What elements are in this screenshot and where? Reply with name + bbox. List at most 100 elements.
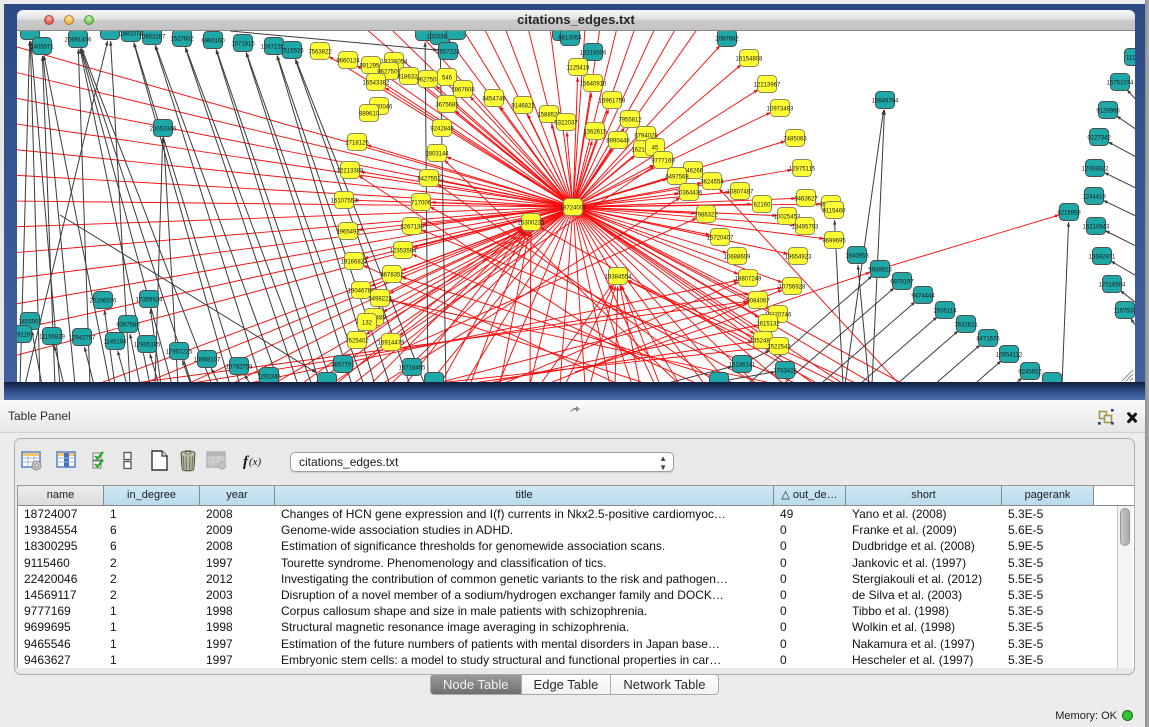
svg-text:9146821: 9146821 (511, 103, 535, 109)
svg-text:10973493: 10973493 (767, 106, 794, 112)
svg-text:2522542: 2522542 (767, 344, 791, 350)
svg-text:9242848: 9242848 (430, 126, 454, 132)
svg-text:17359924: 17359924 (136, 297, 163, 303)
svg-text:3624554: 3624554 (700, 179, 724, 185)
svg-text:45: 45 (652, 145, 659, 151)
svg-text:12905185: 12905185 (134, 342, 161, 348)
svg-text:39119: 39119 (17, 332, 31, 338)
svg-text:2867608: 2867608 (451, 87, 475, 93)
svg-text:17016504: 17016504 (1099, 282, 1126, 288)
svg-text:9084067: 9084067 (746, 298, 770, 304)
svg-text:10756928: 10756928 (779, 284, 806, 290)
svg-text:3675685: 3675685 (435, 102, 459, 108)
svg-text:25300235: 25300235 (518, 220, 545, 226)
svg-text:717006: 717006 (411, 200, 432, 206)
svg-text:15720407: 15720407 (707, 235, 734, 241)
svg-text:1167533: 1167533 (1114, 308, 1135, 314)
svg-text:8990448: 8990448 (606, 138, 630, 144)
svg-text:1965493: 1965493 (336, 229, 360, 235)
svg-text:5322037: 5322037 (554, 120, 578, 126)
svg-text:1733426: 1733426 (773, 368, 797, 374)
svg-text:15692971: 15692971 (1089, 254, 1116, 260)
svg-text:9627508: 9627508 (416, 77, 440, 83)
svg-text:9474444: 9474444 (911, 293, 935, 299)
svg-text:13495793: 13495793 (792, 224, 819, 230)
svg-text:7515526: 7515526 (280, 48, 304, 54)
svg-text:8678352: 8678352 (380, 272, 404, 278)
svg-text:20364436: 20364436 (676, 190, 703, 196)
svg-text:1125419: 1125419 (567, 65, 591, 71)
svg-text:19218506: 19218506 (580, 50, 607, 56)
svg-text:1640953: 1640953 (845, 253, 869, 259)
svg-text:7625402: 7625402 (345, 338, 369, 344)
svg-text:19166823: 19166823 (341, 259, 368, 265)
svg-text:20691406: 20691406 (65, 37, 92, 43)
svg-text:9660124: 9660124 (336, 58, 360, 64)
svg-text:8813054: 8813054 (558, 35, 582, 41)
svg-text:16914479: 16914479 (378, 340, 405, 346)
svg-text:12942757: 12942757 (69, 335, 96, 341)
svg-text:(x): (x) (249, 456, 262, 468)
svg-text:1455901: 1455901 (18, 319, 42, 325)
svg-text:9115460: 9115460 (823, 208, 847, 214)
svg-text:3498222: 3498222 (368, 296, 392, 302)
svg-text:9699695: 9699695 (822, 238, 846, 244)
svg-text:10654112: 10654112 (996, 352, 1023, 358)
svg-text:6966160: 6966160 (201, 38, 225, 44)
svg-text:16961758: 16961758 (599, 98, 626, 104)
svg-text:8267130: 8267130 (400, 224, 424, 230)
svg-text:11123: 11123 (1126, 55, 1135, 61)
svg-text:16154808: 16154808 (736, 56, 763, 62)
svg-text:10958107: 10958107 (194, 357, 221, 363)
svg-text:9463627: 9463627 (794, 196, 818, 202)
svg-text:19654923: 19654923 (785, 254, 812, 260)
svg-text:18724007: 18724007 (560, 205, 587, 211)
svg-text:16543382: 16543382 (363, 80, 390, 86)
svg-text:1244419: 1244419 (1082, 194, 1106, 200)
svg-text:2087682: 2087682 (715, 36, 739, 42)
svg-text:7632621: 7632621 (954, 322, 978, 328)
svg-text:9245652: 9245652 (1018, 369, 1042, 375)
svg-text:2718126: 2718126 (345, 140, 369, 146)
svg-text:11156829: 11156829 (39, 334, 65, 340)
svg-text:546: 546 (442, 75, 453, 81)
svg-text:9129966: 9129966 (1096, 108, 1120, 114)
svg-text:7955812: 7955812 (618, 117, 642, 123)
svg-text:16782759: 16782759 (226, 364, 253, 370)
svg-text:62160: 62160 (754, 202, 771, 208)
svg-text:20206576: 20206576 (90, 298, 117, 304)
svg-text:16107553: 16107553 (331, 198, 358, 204)
svg-text:1292346: 1292346 (257, 374, 281, 380)
svg-text:1071915: 1071915 (231, 41, 255, 47)
svg-text:7557224: 7557224 (436, 49, 460, 55)
svg-text:19384554: 19384554 (605, 274, 632, 280)
svg-text:132: 132 (362, 320, 373, 326)
svg-text:10653287: 10653287 (139, 34, 166, 40)
svg-text:8454749: 8454749 (482, 96, 506, 102)
svg-text:18807249: 18807249 (735, 276, 762, 282)
svg-text:8215958: 8215958 (1057, 210, 1081, 216)
svg-text:2935114: 2935114 (934, 308, 958, 314)
svg-text:1145194: 1145194 (104, 339, 128, 345)
svg-text:16210643: 16210643 (1083, 224, 1110, 230)
svg-text:15751074: 15751074 (1107, 80, 1134, 86)
svg-text:6497568: 6497568 (665, 174, 689, 180)
svg-text:16648784: 16648784 (872, 98, 899, 104)
svg-text:12093822: 12093822 (1082, 166, 1109, 172)
svg-text:10807487: 10807487 (727, 189, 754, 195)
svg-text:9777169: 9777169 (651, 158, 675, 164)
svg-text:12213389: 12213389 (337, 168, 364, 174)
svg-text:989610: 989610 (359, 111, 380, 117)
svg-text:15718485: 15718485 (399, 365, 426, 371)
svg-text:9397588: 9397588 (116, 322, 140, 328)
svg-text:1615132: 1615132 (756, 321, 780, 327)
svg-text:9227342: 9227342 (1087, 135, 1111, 141)
svg-text:10688609: 10688609 (724, 254, 751, 260)
svg-text:15640910: 15640910 (580, 81, 607, 87)
svg-text:17957225: 17957225 (166, 349, 193, 355)
svg-text:1405571: 1405571 (30, 44, 54, 50)
svg-text:1527602: 1527602 (170, 36, 194, 42)
svg-text:7563822: 7563822 (308, 49, 332, 55)
svg-text:12353594: 12353594 (390, 248, 417, 254)
svg-text:6879197: 6879197 (890, 279, 914, 285)
